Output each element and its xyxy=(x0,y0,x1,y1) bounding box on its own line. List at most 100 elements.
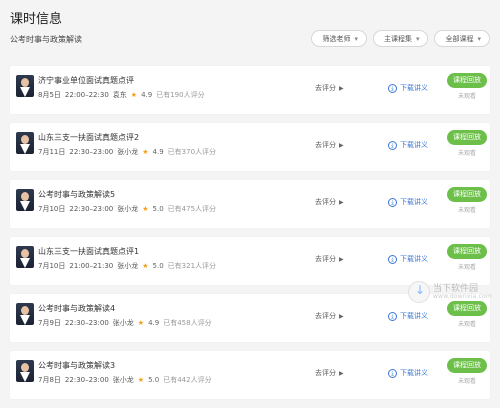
course-meta: 7月10日 21:00–21:30 张小龙 ★ 5.0 已有321人评分 xyxy=(38,261,216,271)
filter-teacher[interactable]: 筛选老师 ▾ xyxy=(311,30,367,47)
course-rating: 4.9 xyxy=(141,91,153,99)
course-date: 7月10日 xyxy=(38,205,66,213)
course-teacher: 袁东 xyxy=(112,91,127,99)
course-date: 7月11日 xyxy=(38,148,66,156)
download-label: 下载讲义 xyxy=(400,369,428,377)
replay-button[interactable]: 课程回放 xyxy=(447,358,487,373)
download-label: 下载讲义 xyxy=(400,312,428,320)
course-meta: 7月9日 22:30–23:00 张小龙 ★ 4.9 已有458人评分 xyxy=(38,318,212,328)
course-title[interactable]: 公考时事与政策解读3 xyxy=(38,360,115,371)
course-card: 济宁事业单位面试真题点评 8月5日 22:00–22:30 袁东 ★ 4.9 已… xyxy=(10,66,490,114)
review-label: 去评分 xyxy=(315,141,336,149)
watch-status: 未观看 xyxy=(457,321,476,328)
download-icon: ⤓ xyxy=(388,254,397,264)
course-date: 7月9日 xyxy=(38,319,61,327)
course-time: 22:30–23:00 xyxy=(64,376,109,384)
course-date: 7月8日 xyxy=(38,376,61,384)
download-handout-button[interactable]: ⤓ 下载讲义 xyxy=(388,83,428,93)
star-icon: ★ xyxy=(142,262,149,270)
course-rating-count: 已有370人评分 xyxy=(167,148,217,156)
download-icon: ⤓ xyxy=(388,140,397,150)
course-list: 济宁事业单位面试真题点评 8月5日 22:00–22:30 袁东 ★ 4.9 已… xyxy=(10,66,490,408)
teacher-avatar xyxy=(16,246,34,268)
course-card: 山东三支一扶面试真题点评2 7月11日 22:30–23:00 张小龙 ★ 4.… xyxy=(10,123,490,171)
course-title[interactable]: 山东三支一扶面试真题点评2 xyxy=(38,132,139,143)
course-title[interactable]: 公考时事与政策解读4 xyxy=(38,303,115,314)
review-label: 去评分 xyxy=(315,312,336,320)
teacher-avatar xyxy=(16,360,34,382)
download-handout-button[interactable]: ⤓ 下载讲义 xyxy=(388,311,428,321)
download-icon: ⤓ xyxy=(388,83,397,93)
course-meta: 7月10日 22:30–23:00 张小龙 ★ 5.0 已有475人评分 xyxy=(38,204,216,214)
course-card: 公考时事与政策解读3 7月8日 22:30–23:00 张小龙 ★ 5.0 已有… xyxy=(10,351,490,399)
watermark-sub: www.downxia.com xyxy=(433,292,492,300)
course-meta: 8月5日 22:00–22:30 袁东 ★ 4.9 已有190人评分 xyxy=(38,90,205,100)
star-icon: ★ xyxy=(130,91,138,99)
course-rating: 4.9 xyxy=(148,319,160,327)
watermark-logo-icon xyxy=(408,281,430,303)
download-label: 下载讲义 xyxy=(400,255,428,263)
course-title[interactable]: 山东三支一扶面试真题点评1 xyxy=(38,246,139,257)
course-rating: 4.9 xyxy=(152,148,164,156)
course-meta: 7月11日 22:30–23:00 张小龙 ★ 4.9 已有370人评分 xyxy=(38,147,216,157)
replay-button[interactable]: 课程回放 xyxy=(447,73,487,88)
course-teacher: 张小龙 xyxy=(112,376,134,384)
filter-course-set[interactable]: 主课程集 ▾ xyxy=(372,30,429,47)
play-arrow-icon: ▶ xyxy=(339,141,344,149)
review-label: 去评分 xyxy=(315,369,336,377)
course-teacher: 张小龙 xyxy=(117,262,139,270)
course-time: 22:00–22:30 xyxy=(64,91,109,99)
course-date: 8月5日 xyxy=(38,91,61,99)
course-time: 22:30–23:00 xyxy=(64,319,109,327)
course-rating: 5.0 xyxy=(148,376,160,384)
course-rating-count: 已有442人评分 xyxy=(163,376,212,384)
course-title[interactable]: 公考时事与政策解读5 xyxy=(38,189,115,200)
download-handout-button[interactable]: ⤓ 下载讲义 xyxy=(388,197,428,207)
chevron-down-icon: ▾ xyxy=(354,34,358,43)
chevron-down-icon: ▾ xyxy=(415,34,420,43)
teacher-avatar xyxy=(16,303,34,325)
review-button[interactable]: 去评分 ▶ xyxy=(315,140,344,150)
play-arrow-icon: ▶ xyxy=(339,198,344,206)
review-button[interactable]: 去评分 ▶ xyxy=(315,254,344,264)
watermark-text: 当下软件园 www.downxia.com xyxy=(433,284,492,300)
download-handout-button[interactable]: ⤓ 下载讲义 xyxy=(388,368,428,378)
download-handout-button[interactable]: ⤓ 下载讲义 xyxy=(388,254,428,264)
replay-button[interactable]: 课程回放 xyxy=(447,187,487,202)
download-icon: ⤓ xyxy=(388,197,397,207)
play-arrow-icon: ▶ xyxy=(339,255,344,263)
play-arrow-icon: ▶ xyxy=(339,369,344,377)
download-handout-button[interactable]: ⤓ 下载讲义 xyxy=(388,140,428,150)
replay-button[interactable]: 课程回放 xyxy=(447,244,487,259)
watermark: 当下软件园 www.downxia.com xyxy=(408,281,492,303)
download-label: 下载讲义 xyxy=(400,84,428,92)
course-meta: 7月8日 22:30–23:00 张小龙 ★ 5.0 已有442人评分 xyxy=(38,375,212,385)
star-icon: ★ xyxy=(142,205,149,213)
play-arrow-icon: ▶ xyxy=(339,84,344,92)
download-label: 下载讲义 xyxy=(400,141,428,149)
replay-button[interactable]: 课程回放 xyxy=(447,130,487,145)
filter-course-set-label: 主课程集 xyxy=(383,34,412,43)
teacher-avatar xyxy=(16,75,34,97)
filter-all-courses[interactable]: 全部课程 ▾ xyxy=(434,30,490,47)
review-label: 去评分 xyxy=(315,198,336,206)
review-button[interactable]: 去评分 ▶ xyxy=(315,197,344,207)
course-rating-count: 已有321人评分 xyxy=(167,262,217,270)
course-rating-count: 已有190人评分 xyxy=(156,91,205,99)
course-date: 7月10日 xyxy=(38,262,66,270)
review-button[interactable]: 去评分 ▶ xyxy=(315,83,344,93)
watch-status: 未观看 xyxy=(457,93,476,100)
course-title[interactable]: 济宁事业单位面试真题点评 xyxy=(38,75,134,86)
watch-status: 未观看 xyxy=(457,264,476,271)
review-button[interactable]: 去评分 ▶ xyxy=(315,311,344,321)
review-label: 去评分 xyxy=(315,255,336,263)
review-button[interactable]: 去评分 ▶ xyxy=(315,368,344,378)
download-label: 下载讲义 xyxy=(400,198,428,206)
download-icon: ⤓ xyxy=(388,368,397,378)
filter-bar: 筛选老师 ▾ 主课程集 ▾ 全部课程 ▾ xyxy=(311,30,490,47)
course-time: 22:30–23:00 xyxy=(69,148,114,156)
course-card: 公考时事与政策解读5 7月10日 22:30–23:00 张小龙 ★ 5.0 已… xyxy=(10,180,490,228)
header: 课时信息 公考时事与政策解读 筛选老师 ▾ 主课程集 ▾ 全部课程 ▾ xyxy=(0,0,500,64)
course-teacher: 张小龙 xyxy=(112,319,134,327)
page-subtitle: 公考时事与政策解读 xyxy=(10,35,82,44)
